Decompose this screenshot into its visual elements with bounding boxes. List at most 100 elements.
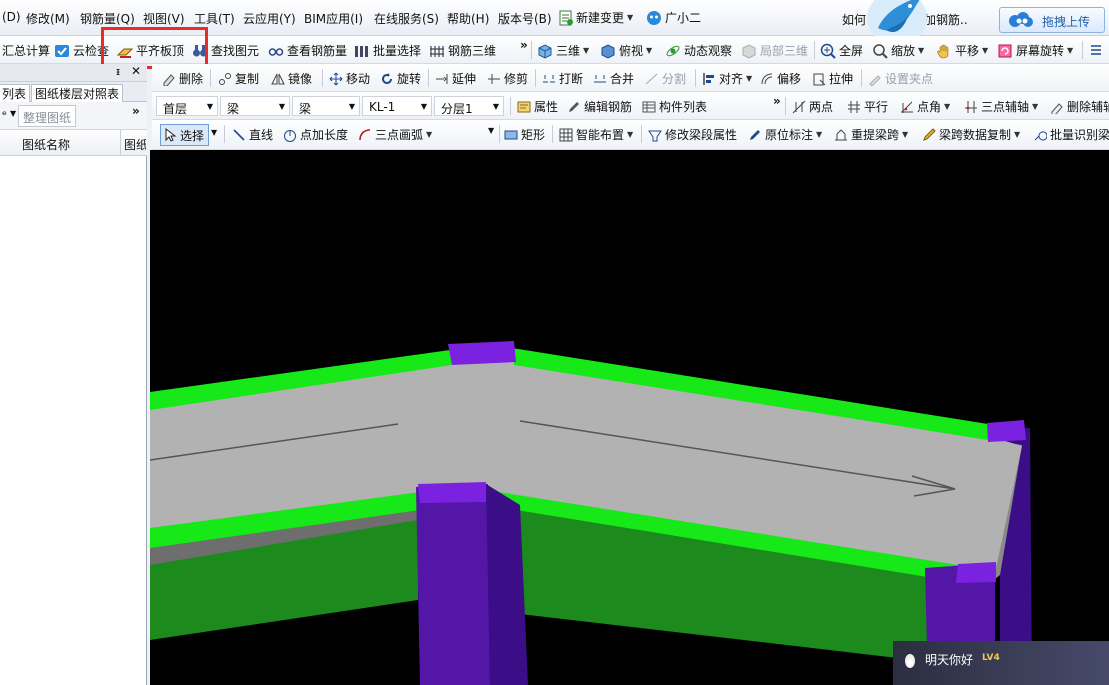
chevron-down-icon: ▼ xyxy=(206,102,213,111)
menu-bim[interactable]: BIM应用(I) xyxy=(304,10,363,27)
point-angle-icon xyxy=(901,101,913,113)
beam-model[interactable] xyxy=(149,150,1109,685)
chevron-down-icon: ▼ xyxy=(982,46,989,55)
rebar-3d-button[interactable]: 钢筋三维 xyxy=(429,42,496,59)
panel-title-bar: ᵻ ✕ xyxy=(0,64,147,82)
rotate-button[interactable]: 旋转 xyxy=(380,70,421,87)
top-view-dropdown[interactable]: 俯视 ▼ xyxy=(600,42,652,59)
rectangle-icon xyxy=(504,130,518,139)
trim-button[interactable]: 修剪 xyxy=(487,70,528,87)
line-tool-button[interactable]: 直线 xyxy=(232,126,273,143)
select-tool-button[interactable]: 选择 xyxy=(160,124,210,146)
menu-cloud[interactable]: 云应用(Y) xyxy=(243,10,296,27)
panel-overflow-icon[interactable]: » xyxy=(132,104,140,118)
dynamic-observe-button[interactable]: 动态观察 xyxy=(665,42,732,59)
three-point-arc-dropdown[interactable]: 三点画弧 ▼ xyxy=(358,126,432,143)
menu-draw[interactable]: (D) xyxy=(2,10,21,24)
category-select[interactable]: 梁 ▼ xyxy=(220,96,290,116)
close-icon[interactable]: ✕ xyxy=(131,64,141,78)
view-3d-dropdown[interactable]: 三维 ▼ xyxy=(537,42,589,59)
pan-dropdown[interactable]: 平移 ▼ xyxy=(936,42,988,59)
floor-select[interactable]: 首层 ▼ xyxy=(156,96,218,116)
three-point-axis-dropdown[interactable]: 三点辅轴 ▼ xyxy=(964,98,1038,115)
copy-button[interactable]: 复制 xyxy=(218,70,259,87)
menu-view[interactable]: 视图(V) xyxy=(143,10,185,27)
element-select[interactable]: KL-1 ▼ xyxy=(362,96,432,116)
menu-online[interactable]: 在线服务(S) xyxy=(374,10,439,27)
panel-tool-icon[interactable]: ᵉ xyxy=(2,108,7,122)
col-drawing-other[interactable]: 图纸 xyxy=(124,136,146,153)
type-select[interactable]: 梁 ▼ xyxy=(292,96,360,116)
zoom-dropdown[interactable]: 缩放 ▼ xyxy=(872,42,924,59)
screen-rotate-dropdown[interactable]: 屏幕旋转 ▼ xyxy=(997,42,1073,59)
menu-tools[interactable]: 工具(T) xyxy=(194,10,235,27)
move-button[interactable]: 移动 xyxy=(329,70,370,87)
component-list-icon xyxy=(642,101,656,112)
delete-button[interactable]: 删除 xyxy=(162,70,203,87)
column-front-left xyxy=(416,484,490,685)
edit-rebar-button[interactable]: 编辑钢筋 xyxy=(567,98,632,115)
tab-list[interactable]: 列表 xyxy=(0,84,31,102)
two-points-button[interactable]: 两点 xyxy=(792,98,833,115)
organize-button[interactable]: 整理图纸 xyxy=(18,105,76,127)
point-angle-dropdown[interactable]: 点角 ▼ xyxy=(900,98,950,115)
parallel-button[interactable]: 平行 xyxy=(847,98,888,115)
stretch-button[interactable]: 拉伸 xyxy=(812,70,853,87)
delete-axis-button[interactable]: 删除辅轴 xyxy=(1050,98,1109,115)
fullscreen-button[interactable]: 全屏 xyxy=(820,42,863,59)
pencil-icon xyxy=(569,101,579,112)
menu-rebar-quantity[interactable]: 钢筋量(Q) xyxy=(80,10,135,27)
chevron-down-icon[interactable]: ▼ xyxy=(488,126,494,135)
view-rebar-button[interactable]: 查看钢筋量 xyxy=(268,42,347,59)
col-drawing-name[interactable]: 图纸名称 xyxy=(22,136,70,153)
local-3d-icon xyxy=(742,43,756,59)
merge-icon xyxy=(594,74,606,82)
upload-label: 拖拽上传 xyxy=(1042,15,1091,29)
rectangle-tool-button[interactable]: 矩形 xyxy=(504,126,545,143)
component-list-button[interactable]: 构件列表 xyxy=(642,98,707,115)
tab-floor-map[interactable]: 图纸楼层对照表 xyxy=(31,84,124,102)
chevron-down-icon[interactable]: ▼ xyxy=(211,128,217,137)
toolbar-overflow-icon[interactable]: » xyxy=(773,94,781,108)
extend-button[interactable]: 延伸 xyxy=(435,70,476,87)
smart-layout-dropdown[interactable]: 智能布置 ▼ xyxy=(559,126,633,143)
pin-icon[interactable]: ᵻ xyxy=(116,65,120,78)
chat-notification[interactable]: 明天你好 LV4 xyxy=(893,641,1109,685)
menu-help[interactable]: 帮助(H) xyxy=(447,10,489,27)
column-divider[interactable] xyxy=(120,130,121,156)
offset-button[interactable]: 偏移 xyxy=(760,70,801,87)
new-change-button[interactable]: 新建变更 ▼ xyxy=(559,9,633,26)
break-button[interactable]: 打断 xyxy=(542,70,583,87)
split-button[interactable]: 分割 xyxy=(645,70,686,87)
menu-version[interactable]: 版本号(B) xyxy=(498,10,552,27)
modify-beam-props-button[interactable]: 修改梁段属性 xyxy=(648,126,737,143)
chevron-down-icon: ▼ xyxy=(1067,46,1074,55)
toolbar-overflow-icon[interactable]: » xyxy=(520,38,528,52)
upload-button[interactable]: 拖拽上传 xyxy=(999,7,1105,33)
align-dropdown[interactable]: 对齐 ▼ xyxy=(702,70,752,87)
chevron-down-icon: ▼ xyxy=(816,130,823,139)
in-situ-label-dropdown[interactable]: 原位标注 ▼ xyxy=(748,126,822,143)
toolbar-more-icon[interactable] xyxy=(1088,42,1107,58)
drawing-panel: ᵻ ✕ 列表 图纸楼层对照表 ᵉ ▼ 整理图纸 » 图纸名称 图纸 xyxy=(0,64,147,685)
copy-span-data-dropdown[interactable]: 梁跨数据复制 ▼ xyxy=(922,126,1020,143)
batch-identify-button[interactable]: 批量识别梁 xyxy=(1033,126,1109,143)
menu-modify[interactable]: 修改(M) xyxy=(26,10,70,27)
chevron-down-icon[interactable]: ▼ xyxy=(10,109,16,118)
draw-toolbar: 选择 ▼ 直线 点加长度 三点画弧 ▼ ▼ 矩形 智能布置 ▼ 修改梁段属性 原位标… xyxy=(152,120,1109,150)
layer-select[interactable]: 分层1 ▼ xyxy=(434,96,504,116)
point-length-button[interactable]: 点加长度 xyxy=(283,126,348,143)
3d-viewport[interactable] xyxy=(149,150,1109,685)
set-grip-button[interactable]: 设置夹点 xyxy=(868,70,933,87)
properties-button[interactable]: 属性 xyxy=(517,98,558,115)
batch-select-button[interactable]: 批量选择 xyxy=(354,42,421,59)
assistant-button[interactable]: 广小二 xyxy=(646,9,701,26)
rotate-icon xyxy=(382,72,392,84)
merge-button[interactable]: 合并 xyxy=(593,70,634,87)
local-3d-button[interactable]: 局部三维 xyxy=(741,42,808,59)
summary-calc-button[interactable]: 汇总计算 xyxy=(2,42,50,59)
re-extract-span-dropdown[interactable]: 重提梁跨 ▼ xyxy=(834,126,908,143)
column-front-right-cap xyxy=(956,562,996,583)
mirror-button[interactable]: 镜像 xyxy=(271,70,312,87)
three-point-axis-icon xyxy=(965,100,977,113)
